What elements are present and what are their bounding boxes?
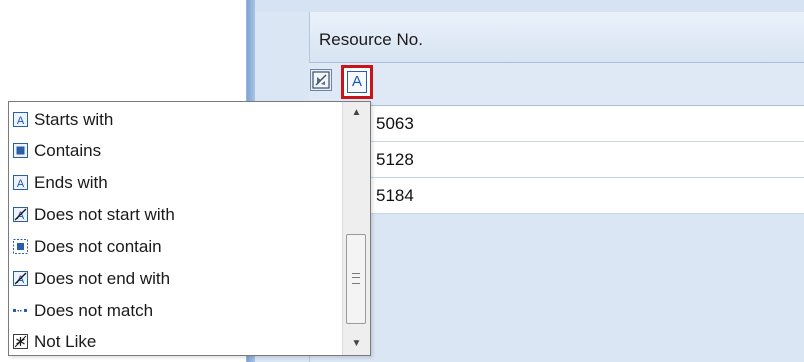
option-does-not-contain[interactable]: Does not contain xyxy=(12,231,342,262)
option-does-not-start-with[interactable]: A Does not start with xyxy=(12,199,342,230)
option-ends-with[interactable]: A Ends with xyxy=(12,167,342,198)
filter-operator-button[interactable]: A xyxy=(341,65,373,99)
option-label: Does not end with xyxy=(34,268,171,288)
option-label: Not Like xyxy=(34,331,97,351)
option-label: Starts with xyxy=(34,109,114,129)
contains-icon xyxy=(13,143,28,158)
scroll-thumb[interactable] xyxy=(346,234,366,324)
option-label: Does not start with xyxy=(34,204,175,224)
filter-operator-dropdown[interactable]: A Starts with Contains A Ends with A Doe… xyxy=(8,101,371,356)
auto-filter-row[interactable]: A xyxy=(309,63,804,106)
filter-clear-icon[interactable] xyxy=(310,69,332,91)
dropdown-scrollbar[interactable]: ▲ ▼ xyxy=(342,102,370,355)
table-row[interactable]: 5128 xyxy=(309,142,804,178)
option-not-like[interactable]: Not Like xyxy=(12,326,342,357)
column-header-label: Resource No. xyxy=(319,30,423,49)
does-not-match-icon xyxy=(13,309,27,312)
svg-text:A: A xyxy=(17,115,25,127)
scroll-down-arrow-icon[interactable]: ▼ xyxy=(343,335,370,353)
does-not-start-with-icon: A xyxy=(13,207,28,222)
does-not-contain-icon xyxy=(13,239,28,254)
option-contains[interactable]: Contains xyxy=(12,135,342,166)
starts-with-icon: A xyxy=(13,112,28,127)
option-starts-with[interactable]: A Starts with xyxy=(12,104,342,135)
scroll-up-arrow-icon[interactable]: ▲ xyxy=(343,104,370,122)
table-row[interactable]: 5184 xyxy=(309,178,804,214)
svg-text:A: A xyxy=(17,178,25,190)
resource-no-cell: 5128 xyxy=(376,150,414,169)
starts-with-icon: A xyxy=(347,71,367,93)
option-label: Contains xyxy=(34,140,102,160)
option-label: Ends with xyxy=(34,172,108,192)
option-label: Does not contain xyxy=(34,236,162,256)
column-header-resource-no[interactable]: Resource No. xyxy=(309,12,804,63)
ends-with-icon: A xyxy=(13,175,28,190)
does-not-end-with-icon: A xyxy=(13,271,28,286)
scroll-grip-icon xyxy=(352,273,360,284)
option-label: Does not match xyxy=(34,300,154,320)
resource-no-cell: 5063 xyxy=(376,114,414,133)
option-does-not-end-with[interactable]: A Does not end with xyxy=(12,263,342,294)
not-like-icon xyxy=(13,334,28,349)
table-row[interactable]: 5063 xyxy=(309,106,804,142)
option-does-not-match[interactable]: Does not match xyxy=(12,295,342,326)
resource-no-cell: 5184 xyxy=(376,186,414,205)
